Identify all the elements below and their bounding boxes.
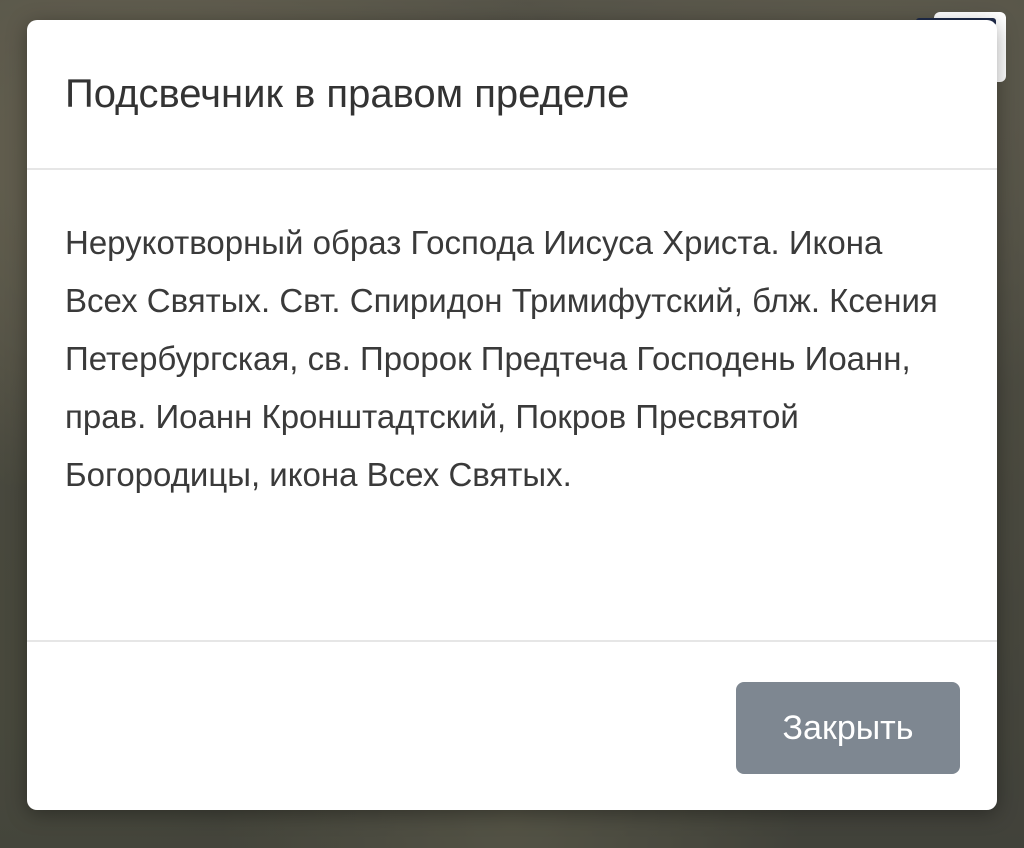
modal-footer: Закрыть	[27, 642, 997, 808]
modal-description: Нерукотворный образ Господа Иисуса Христ…	[65, 224, 938, 493]
modal-dialog: Подсвечник в правом пределе Нерукотворны…	[27, 20, 997, 810]
close-button[interactable]: Закрыть	[736, 682, 960, 774]
modal-body: Нерукотворный образ Господа Иисуса Христ…	[27, 170, 997, 642]
modal-title: Подсвечник в правом пределе	[65, 72, 630, 116]
modal-header: Подсвечник в правом пределе	[27, 20, 997, 170]
